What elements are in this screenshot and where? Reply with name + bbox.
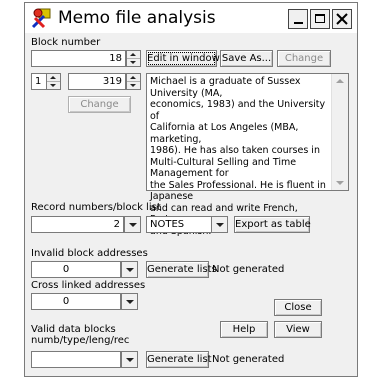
spin-down-icon (50, 84, 56, 87)
generate-list-button[interactable]: Generate list (146, 351, 212, 368)
close-button[interactable]: Close (274, 299, 322, 316)
spin-up-icon (130, 76, 136, 79)
edit-in-window-button[interactable]: Edit in window (146, 50, 220, 67)
view-button[interactable]: View (274, 321, 322, 338)
maximize-icon (315, 14, 325, 23)
memo-scrollbar[interactable] (331, 74, 348, 190)
invalid-status: Not generated (212, 264, 285, 275)
valid-blocks-sublabel: numb/type/leng/rec (31, 335, 130, 346)
close-icon (336, 13, 348, 25)
app-icon (31, 8, 51, 29)
cross-linked-combo[interactable]: 0 (31, 293, 121, 310)
export-table-button[interactable]: Export as table (234, 216, 311, 233)
record-to-field[interactable]: 319 (68, 73, 126, 90)
cross-linked-dropdown[interactable] (121, 293, 138, 310)
change-record-button[interactable]: Change (68, 96, 131, 113)
valid-blocks-dropdown[interactable] (121, 351, 138, 368)
maximize-button[interactable] (310, 9, 330, 29)
record-number-dropdown[interactable] (124, 216, 141, 233)
valid-blocks-combo[interactable] (31, 351, 121, 368)
record-from-spinner[interactable] (46, 73, 61, 90)
record-number-combo[interactable]: 2 (31, 216, 124, 233)
memo-textarea[interactable]: Michael is a graduate of Sussex Universi… (146, 73, 349, 237)
spin-up-icon (130, 53, 136, 56)
spin-down-icon (130, 84, 136, 87)
block-number-label: Block number (31, 37, 101, 48)
memo-analysis-window: Memo file analysis Block number 18 Edit … (24, 2, 358, 377)
minimize-button[interactable] (288, 9, 308, 29)
record-to-spinner[interactable] (126, 73, 141, 90)
window-title: Memo file analysis (58, 8, 216, 28)
invalid-blocks-label: Invalid block addresses (31, 248, 148, 259)
record-list-label: Record numbers/block list (31, 202, 161, 213)
block-number-field[interactable]: 18 (31, 50, 126, 67)
field-name-combo[interactable]: NOTES (146, 216, 216, 233)
change-block-button[interactable]: Change (277, 50, 331, 67)
invalid-blocks-dropdown[interactable] (121, 261, 138, 278)
generate-lists-button[interactable]: Generate lists (146, 261, 217, 278)
help-button[interactable]: Help (220, 321, 268, 338)
scroll-up-icon[interactable] (336, 79, 344, 83)
minimize-icon (294, 22, 303, 24)
scroll-down-icon[interactable] (336, 181, 344, 185)
cross-linked-label: Cross linked addresses (31, 280, 146, 291)
spin-up-icon (50, 76, 56, 79)
save-as-button[interactable]: Save As... (220, 50, 273, 67)
memo-text: Michael is a graduate of Sussex Universi… (150, 76, 326, 237)
spin-down-icon (130, 61, 136, 64)
close-window-button[interactable] (332, 9, 352, 29)
invalid-blocks-combo[interactable]: 0 (31, 261, 121, 278)
title-bar[interactable]: Memo file analysis (25, 3, 357, 33)
valid-status: Not generated (212, 354, 285, 365)
field-name-dropdown[interactable] (211, 216, 228, 233)
block-number-spinner[interactable] (126, 50, 141, 67)
